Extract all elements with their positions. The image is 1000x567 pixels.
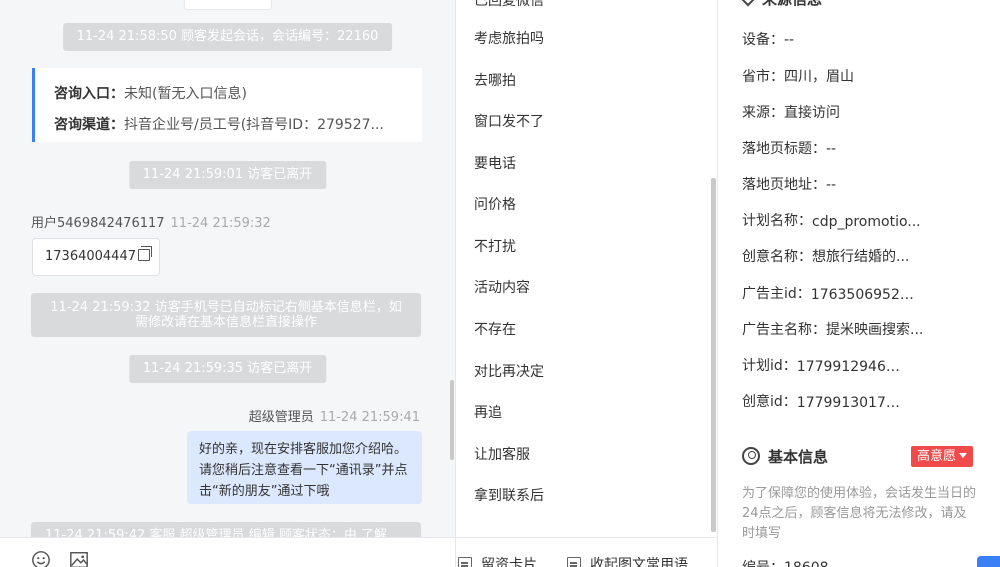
- consult-channel-label: 咨询渠道：: [54, 117, 124, 133]
- info-row-advertiser-id: 广告主id：176350695293...: [742, 283, 921, 303]
- partial-timestamp: 00:04:44: [183, 0, 272, 10]
- consult-info-card: 咨询入口：未知(暂无入口信息) 咨询渠道：抖音企业号/员工号(抖音号ID：279…: [32, 68, 422, 142]
- basic-info-header: 基本信息: [742, 446, 828, 467]
- quick-reply-panel: 已回复微信 考虑旅拍吗 去哪拍 窗口发不了 要电话 问价格 不打扰 活动内容 不…: [456, 0, 718, 567]
- info-row-landing-title: 落地页标题：--: [742, 138, 836, 158]
- info-row-creative-id: 创意id：177991301718...: [742, 391, 907, 411]
- info-value: 想旅行结婚的...: [812, 249, 910, 265]
- info-label: 广告主名称：: [742, 322, 826, 338]
- system-message-visitor-left-2: 11-24 21:59:35 访客已离开: [128, 355, 327, 383]
- quick-reply-item-partial[interactable]: 已回复微信: [474, 0, 544, 10]
- system-message-session-start: 11-24 21:58:50 顾客发起会话，会话编号：22160: [62, 23, 393, 51]
- chat-input-toolbar: [0, 537, 455, 567]
- smile-icon[interactable]: [30, 550, 52, 567]
- visitor-phone-bubble[interactable]: 17364004447: [32, 238, 160, 276]
- collapse-phrases-label: 收起图文常用语: [590, 557, 688, 567]
- quick-reply-item[interactable]: 拿到联系后: [474, 485, 544, 505]
- phone-number: 17364004447: [45, 249, 136, 264]
- info-label: 创意名称：: [742, 249, 812, 265]
- info-value: --: [826, 141, 837, 157]
- source-info-header: 来源信息: [739, 0, 822, 9]
- quick-reply-item[interactable]: 窗口发不了: [474, 111, 544, 131]
- consult-entry-label: 咨询入口：: [54, 86, 124, 102]
- source-info-title: 来源信息: [762, 0, 822, 8]
- quick-reply-item[interactable]: 考虑旅拍吗: [474, 28, 544, 48]
- lead-card-label: 留资卡片: [481, 557, 537, 567]
- quick-reply-item[interactable]: 不打扰: [474, 236, 516, 256]
- agent-time: 11-24 21:59:41: [319, 410, 420, 425]
- edit-notice-text: 为了保障您的使用体验，会话发生当日的24点之后，顾客信息将无法修改，请及时填写: [742, 486, 977, 541]
- chat-panel: 00:04:44 11-24 21:58:50 顾客发起会话，会话编号：2216…: [0, 0, 456, 567]
- info-value: 提米映画搜索...: [826, 322, 924, 338]
- info-row-plan-name: 计划名称：cdp_promotio...: [742, 210, 921, 230]
- info-value: --: [826, 177, 837, 193]
- info-value: 177991301718...: [796, 395, 907, 411]
- quick-reply-footer: 留资卡片 收起图文常用语: [456, 537, 717, 567]
- collapse-phrases-button[interactable]: 收起图文常用语: [567, 554, 688, 567]
- location-icon: [739, 0, 757, 7]
- quick-reply-scrollbar[interactable]: [711, 178, 716, 532]
- agent-message-bubble: 好的亲，现在安排客服加您介绍哈。请您稍后注意查看一下“通讯录”并点击“新的朋友”…: [187, 431, 422, 504]
- document-icon: [567, 557, 581, 567]
- info-row-plan-id: 计划id：177991294610...: [742, 355, 907, 375]
- visitor-meta: 用户5469842476117 11-24 21:59:32: [31, 212, 271, 231]
- info-value: 四川，眉山: [784, 69, 854, 85]
- info-row-landing-url: 落地页地址：--: [742, 174, 836, 194]
- info-value: 176350695293...: [810, 287, 921, 303]
- info-label: 创意id：: [742, 394, 797, 410]
- info-value: cdp_promotio...: [812, 214, 921, 230]
- info-label: 计划名称：: [742, 213, 812, 229]
- quick-reply-item[interactable]: 去哪拍: [474, 70, 516, 90]
- info-value: 177991294610...: [796, 359, 907, 375]
- consult-entry-value: 未知(暂无入口信息): [124, 86, 247, 102]
- info-label: 省市：: [742, 69, 784, 85]
- consult-channel-value: 抖音企业号/员工号(抖音号ID：279527...: [124, 117, 384, 133]
- visitor-time: 11-24 21:59:32: [170, 216, 271, 231]
- info-value: 直接访问: [784, 105, 840, 121]
- info-label: 落地页地址：: [742, 177, 826, 193]
- info-label: 计划id：: [742, 358, 797, 374]
- intent-level-dropdown[interactable]: 高意愿: [911, 446, 974, 467]
- card-icon: [458, 557, 472, 567]
- quick-reply-item[interactable]: 问价格: [474, 194, 516, 214]
- agent-meta: 超级管理员 11-24 21:59:41: [249, 406, 420, 425]
- copy-icon[interactable]: [137, 246, 152, 261]
- info-label: 来源：: [742, 105, 784, 121]
- intent-level-label: 高意愿: [917, 449, 957, 464]
- info-row-advertiser-name: 广告主名称：提米映画搜索...: [742, 319, 923, 339]
- info-label: 落地页标题：: [742, 141, 826, 157]
- info-value: --: [784, 32, 795, 48]
- agent-name: 超级管理员: [248, 410, 314, 425]
- system-message-visitor-left: 11-24 21:59:01 访客已离开: [128, 161, 327, 189]
- info-row-number-partial: 编号：18608: [742, 557, 829, 567]
- quick-reply-item[interactable]: 不存在: [474, 319, 516, 339]
- basic-info-title: 基本信息: [768, 448, 829, 466]
- consult-entry-row: 咨询入口：未知(暂无入口信息): [54, 79, 422, 110]
- quick-reply-item[interactable]: 再追: [474, 402, 502, 422]
- info-label: 广告主id：: [742, 286, 811, 302]
- quick-reply-item[interactable]: 对比再决定: [474, 361, 544, 381]
- user-icon: [742, 447, 760, 465]
- chat-scrollbar[interactable]: [450, 380, 454, 460]
- system-message-phone-note: 11-24 21:59:32 访客手机号已自动标记右侧基本信息栏，如需修改请在基…: [31, 293, 421, 337]
- info-row-device: 设备：--: [742, 29, 794, 49]
- info-row-creative-name: 创意名称：想旅行结婚的...: [742, 246, 909, 266]
- visitor-name: 用户5469842476117: [31, 216, 165, 231]
- info-row-city: 省市：四川，眉山: [742, 66, 854, 86]
- quick-reply-item[interactable]: 活动内容: [474, 277, 530, 297]
- customer-info-panel: 来源信息 设备：-- 省市：四川，眉山 来源：直接访问 落地页标题：-- 落地页…: [719, 0, 1000, 567]
- quick-reply-item[interactable]: 要电话: [474, 153, 516, 173]
- floating-action-button[interactable]: [977, 556, 1000, 567]
- image-icon[interactable]: [68, 550, 90, 567]
- quick-reply-item[interactable]: 让加客服: [474, 444, 530, 464]
- caret-down-icon: [959, 453, 968, 458]
- lead-card-button[interactable]: 留资卡片: [458, 554, 537, 567]
- info-row-source: 来源：直接访问: [742, 102, 840, 122]
- consult-channel-row: 咨询渠道：抖音企业号/员工号(抖音号ID：279527...: [54, 110, 422, 141]
- info-label: 设备：: [742, 32, 784, 48]
